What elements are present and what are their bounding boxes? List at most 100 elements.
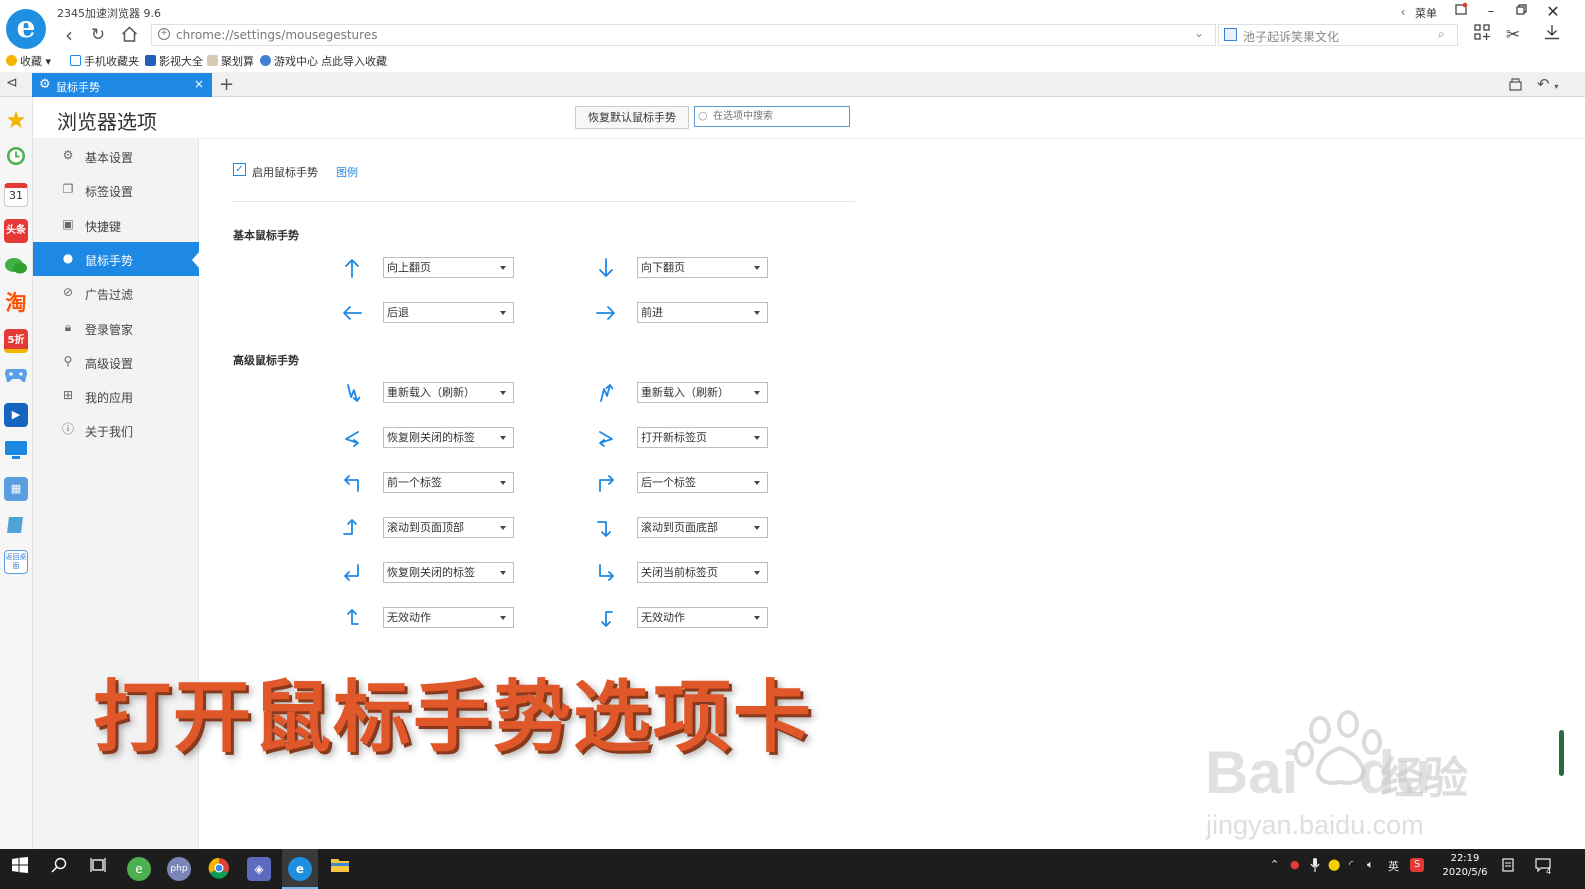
favorites-star-icon[interactable]: ★ — [4, 108, 28, 132]
gesture-action-select-right[interactable]: 关闭当前标签页 — [637, 562, 768, 583]
refresh-icon[interactable]: ↻ — [85, 24, 111, 46]
web-search-text[interactable]: 池子起诉笑果文化 — [1243, 28, 1339, 45]
gear-icon: ⚙ — [62, 148, 74, 162]
restore-default-gestures-button[interactable]: 恢复默认鼠标手势 — [575, 106, 689, 129]
new-tab-button[interactable]: + — [219, 74, 234, 95]
gesture-right-down-icon — [597, 521, 611, 537]
settings-search-input[interactable] — [694, 106, 850, 127]
search-icon[interactable]: ⌕ — [1438, 27, 1445, 42]
back-icon[interactable]: ‹ — [56, 24, 82, 46]
gesture-action-select-right[interactable]: 重新载入（刷新） — [637, 382, 768, 403]
gesture-action-select-left[interactable]: 滚动到页面顶部 — [383, 517, 514, 538]
legend-link[interactable]: 图例 — [336, 164, 358, 180]
gesture-action-select-left[interactable]: 无效动作 — [383, 607, 514, 628]
clock[interactable]: 22:19 2020/5/6 — [1440, 852, 1490, 880]
nav-item-0[interactable]: ⚙ 基本设置 — [33, 139, 199, 173]
download-icon[interactable] — [1539, 24, 1565, 46]
store-icon[interactable] — [1508, 76, 1523, 95]
sidebar-toggle-icon[interactable]: ⊲ — [6, 75, 18, 91]
apps-grid-icon[interactable] — [1469, 24, 1495, 46]
tray-ime[interactable]: 英 — [1388, 858, 1399, 874]
nav-item-5[interactable]: 🔒︎ 登录管家 — [33, 311, 199, 345]
php-icon[interactable]: php — [167, 857, 191, 881]
scrollbar-thumb[interactable] — [1559, 730, 1564, 776]
gesture-action-select-left[interactable]: 恢复刚关闭的标签 — [383, 562, 514, 583]
calendar-icon[interactable]: 31 — [4, 183, 28, 207]
nav-item-4[interactable]: ⊘ 广告过滤 — [33, 276, 199, 310]
tray-mic-icon[interactable] — [1310, 858, 1320, 875]
gesture-action-select-right[interactable]: 打开新标签页 — [637, 427, 768, 448]
enable-gestures-label[interactable]: 启用鼠标手势 — [252, 164, 318, 180]
tray-qq-icon[interactable]: ● — [1290, 858, 1300, 871]
windows-start-icon[interactable] — [8, 857, 32, 881]
tray-app-icon[interactable]: ⬤ — [1328, 858, 1340, 871]
home-icon[interactable] — [116, 24, 142, 46]
taobao-icon[interactable]: 淘 — [4, 291, 28, 315]
notebook-icon[interactable] — [4, 514, 28, 538]
gesture-action-select-left[interactable]: 恢复刚关闭的标签 — [383, 427, 514, 448]
skin-icon[interactable] — [1448, 2, 1474, 22]
url-dropdown-icon[interactable]: ⌄ — [1194, 26, 1204, 40]
bookmark-games[interactable]: 游戏中心 — [260, 53, 318, 69]
tray-expand-icon[interactable]: ⌃ — [1270, 858, 1279, 871]
tray-wifi-icon[interactable]: ◜ — [1349, 858, 1353, 871]
nav-item-7[interactable]: ⊞ 我的应用 — [33, 379, 199, 413]
gamepad-icon[interactable] — [4, 366, 28, 390]
nav-item-8[interactable]: ⓘ 关于我们 — [33, 413, 199, 447]
file-explorer-icon[interactable] — [328, 857, 352, 881]
undo-close-icon[interactable]: ↶ ▾ — [1537, 75, 1558, 93]
bookmark-import[interactable]: 点此导入收藏 — [321, 53, 387, 69]
close-window-icon[interactable]: ✕ — [1540, 2, 1566, 22]
bookmark-mobile[interactable]: 手机收藏夹 — [70, 53, 139, 69]
menu-label[interactable]: 菜单 — [1415, 5, 1437, 21]
tray-sogou-icon[interactable]: S — [1410, 858, 1424, 872]
browser-logo-icon[interactable]: e — [6, 9, 46, 49]
history-clock-icon[interactable] — [4, 145, 28, 169]
tab-close-icon[interactable]: × — [194, 77, 204, 91]
gesture-action-select-right[interactable]: 无效动作 — [637, 607, 768, 628]
notes-icon[interactable] — [1502, 858, 1514, 875]
watermark-cn: 经验 — [1380, 753, 1468, 804]
page-info-icon[interactable]: + — [158, 28, 170, 40]
app-purple-icon[interactable]: ◈ — [247, 857, 271, 881]
restore-icon[interactable] — [1508, 2, 1534, 22]
wechat-icon[interactable] — [4, 255, 28, 279]
gesture-action-select-right[interactable]: 滚动到页面底部 — [637, 517, 768, 538]
gesture-action-select-left[interactable]: 后退 — [383, 302, 514, 323]
gesture-right-left-icon — [599, 431, 613, 447]
calculator-icon[interactable]: ▦ — [4, 477, 28, 501]
gesture-action-select-left[interactable]: 重新载入（刷新） — [383, 382, 514, 403]
scissors-icon[interactable]: ✂ — [1500, 24, 1526, 46]
tray-volume-icon[interactable]: 🔈︎ — [1367, 858, 1374, 872]
url-text[interactable]: chrome://settings/mousegestures — [176, 28, 377, 42]
gesture-action-select-left[interactable]: 向上翻页 — [383, 257, 514, 278]
gesture-action-value: 前进 — [641, 306, 663, 319]
bookmark-juhuasuan[interactable]: 聚划算 — [207, 53, 254, 69]
nav-item-6[interactable]: ⚲ 高级设置 — [33, 345, 199, 379]
bookmark-favorites[interactable]: 收藏 ▾ — [6, 53, 51, 69]
app-green-icon[interactable]: e — [127, 857, 151, 881]
video-player-icon[interactable]: ▶ — [4, 403, 28, 427]
task-view-icon[interactable] — [86, 857, 110, 881]
search-icon[interactable] — [47, 857, 71, 881]
minimize-icon[interactable]: – — [1478, 2, 1504, 22]
monitor-icon[interactable] — [4, 440, 28, 464]
arrow-down-icon — [599, 258, 613, 277]
back-to-desktop-icon[interactable]: 返回桌面 — [4, 550, 28, 574]
search-engine-icon[interactable] — [1224, 28, 1237, 41]
gesture-action-select-right[interactable]: 后一个标签 — [637, 472, 768, 493]
bookmark-video[interactable]: 影视大全 — [145, 53, 203, 69]
deal-icon[interactable]: 5折 — [4, 329, 28, 353]
enable-gestures-checkbox[interactable]: ✓ — [233, 163, 246, 176]
gesture-action-select-right[interactable]: 前进 — [637, 302, 768, 323]
chevron-left-icon[interactable]: ‹ — [1395, 2, 1411, 22]
toutiao-icon[interactable]: 头条 — [4, 219, 28, 243]
dropdown-caret-icon — [500, 526, 506, 530]
gesture-action-select-left[interactable]: 前一个标签 — [383, 472, 514, 493]
browser-2345-icon[interactable]: e — [288, 857, 312, 881]
nav-item-2[interactable]: ▣ 快捷键 — [33, 208, 199, 242]
nav-item-3[interactable]: ● 鼠标手势 — [33, 241, 199, 276]
gesture-action-select-right[interactable]: 向下翻页 — [637, 257, 768, 278]
chrome-icon[interactable] — [207, 857, 231, 881]
nav-item-1[interactable]: ❐ 标签设置 — [33, 173, 199, 207]
